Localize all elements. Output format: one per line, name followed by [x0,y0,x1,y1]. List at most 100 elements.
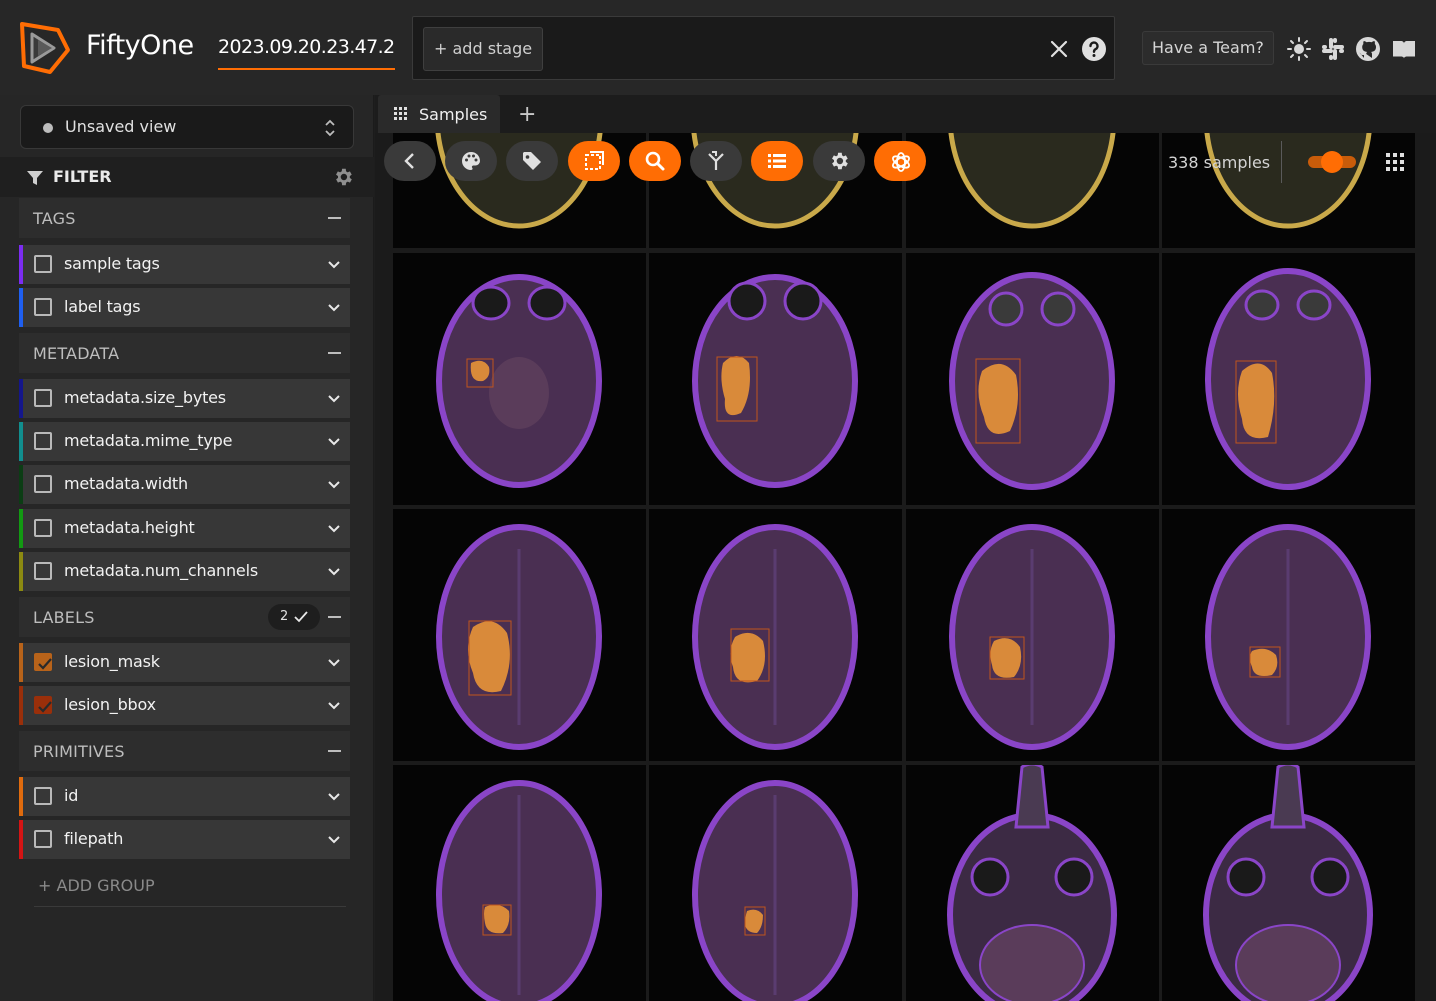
sample-tile[interactable] [1162,253,1415,505]
collapse-icon[interactable] [328,217,341,219]
field-sample-tags[interactable]: sample tags [19,245,350,284]
chevron-down-icon[interactable] [327,522,341,536]
chevron-down-icon[interactable] [327,435,341,449]
add-panel-button[interactable]: + [518,102,536,127]
chevron-down-icon[interactable] [327,790,341,804]
sample-tile[interactable] [1162,133,1415,248]
merge-icon [708,151,724,170]
filter-header: FILTER [0,157,374,197]
sample-tile[interactable] [649,765,902,1001]
list-icon [768,154,786,168]
sample-tile[interactable] [393,509,646,761]
help-icon[interactable] [1081,36,1107,62]
group-tags[interactable]: TAGS [19,198,350,238]
collapse-icon[interactable] [328,616,341,618]
checkbox-checked[interactable] [34,653,52,671]
sample-tile[interactable] [906,253,1159,505]
checkbox[interactable] [34,787,52,805]
sample-tile[interactable] [906,765,1159,1001]
sample-tile[interactable] [393,765,646,1001]
sample-tile[interactable] [1162,765,1415,1001]
back-button[interactable] [384,141,436,181]
group-metadata[interactable]: METADATA [19,333,350,373]
checkbox[interactable] [34,830,52,848]
sample-tile[interactable] [906,133,1159,248]
collapse-icon[interactable] [328,750,341,752]
checkbox[interactable] [34,562,52,580]
github-icon[interactable] [1355,36,1381,62]
field-metadata-height[interactable]: metadata.height [19,509,350,548]
field-lesion-bbox[interactable]: lesion_bbox [19,686,350,725]
similarity-search-button[interactable] [629,141,681,181]
grid-view-icon[interactable] [1386,153,1404,171]
field-label: lesion_mask [64,652,160,671]
field-metadata-size-bytes[interactable]: metadata.size_bytes [19,379,350,418]
sample-tile[interactable] [393,253,646,505]
settings-button[interactable] [813,141,865,181]
field-label: label tags [64,297,141,316]
sample-tile[interactable] [1162,509,1415,761]
group-labels[interactable]: LABELS 2 [19,597,350,637]
chevron-left-icon [404,153,414,169]
checkbox[interactable] [34,519,52,537]
chevron-down-icon[interactable] [327,258,341,272]
chevron-down-icon[interactable] [327,833,341,847]
zoom-slider-thumb[interactable] [1321,151,1343,173]
fiftyone-logo-icon[interactable] [16,20,72,76]
chevron-down-icon[interactable] [327,565,341,579]
field-metadata-mime-type[interactable]: metadata.mime_type [19,422,350,461]
dataset-selector[interactable]: 2023.09.20.23.47.23 [218,36,395,70]
openai-icon [892,152,910,172]
clear-view-icon[interactable] [1047,37,1071,61]
chevron-down-icon[interactable] [327,699,341,713]
check-icon [294,611,308,623]
add-stage-button[interactable]: + add stage [423,27,544,71]
checkbox-checked[interactable] [34,696,52,714]
sidebar-settings-gear-icon[interactable] [332,166,354,188]
merge-button[interactable] [690,141,742,181]
field-lesion-mask[interactable]: lesion_mask [19,643,350,682]
sample-grid[interactable] [375,133,1436,1001]
field-id[interactable]: id [19,777,350,816]
brand-name: FiftyOne [86,30,194,61]
add-group-button[interactable]: + ADD GROUP [38,876,155,895]
field-label-tags[interactable]: label tags [19,288,350,327]
checkbox[interactable] [34,255,52,273]
light-mode-icon[interactable] [1286,36,1312,62]
checkbox[interactable] [34,475,52,493]
chevron-down-icon[interactable] [327,656,341,670]
chevron-down-icon[interactable] [327,392,341,406]
patches-button[interactable] [568,141,620,181]
labels-selected-badge[interactable]: 2 [268,604,320,630]
sample-tile[interactable] [649,509,902,761]
have-a-team-button[interactable]: Have a Team? [1142,31,1274,65]
color-scheme-button[interactable] [445,141,497,181]
badge-count: 2 [280,609,289,624]
field-metadata-num-channels[interactable]: metadata.num_channels [19,552,350,591]
saved-view-selector[interactable]: Unsaved view [20,105,354,149]
gpt-view-button[interactable] [874,141,926,181]
slack-icon[interactable] [1320,36,1346,62]
crop-icon [585,151,604,170]
chevron-down-icon[interactable] [327,301,341,315]
checkbox[interactable] [34,389,52,407]
collapse-icon[interactable] [328,352,341,354]
sample-tile[interactable] [649,253,902,505]
field-metadata-width[interactable]: metadata.width [19,465,350,504]
checkbox[interactable] [34,298,52,316]
gear-icon [832,152,848,170]
check-icon [38,701,52,713]
field-filepath[interactable]: filepath [19,820,350,859]
view-bar[interactable]: + add stage [412,16,1115,80]
chevron-down-icon[interactable] [327,478,341,492]
tab-samples[interactable]: Samples [378,95,500,133]
grid-icon [394,107,407,120]
unfold-icon [325,119,335,137]
docs-book-icon[interactable] [1391,36,1417,62]
tag-button[interactable] [506,141,558,181]
checkbox[interactable] [34,432,52,450]
sample-tile[interactable] [906,509,1159,761]
field-label: metadata.height [64,518,195,537]
group-primitives[interactable]: PRIMITIVES [19,731,350,771]
display-options-button[interactable] [751,141,803,181]
